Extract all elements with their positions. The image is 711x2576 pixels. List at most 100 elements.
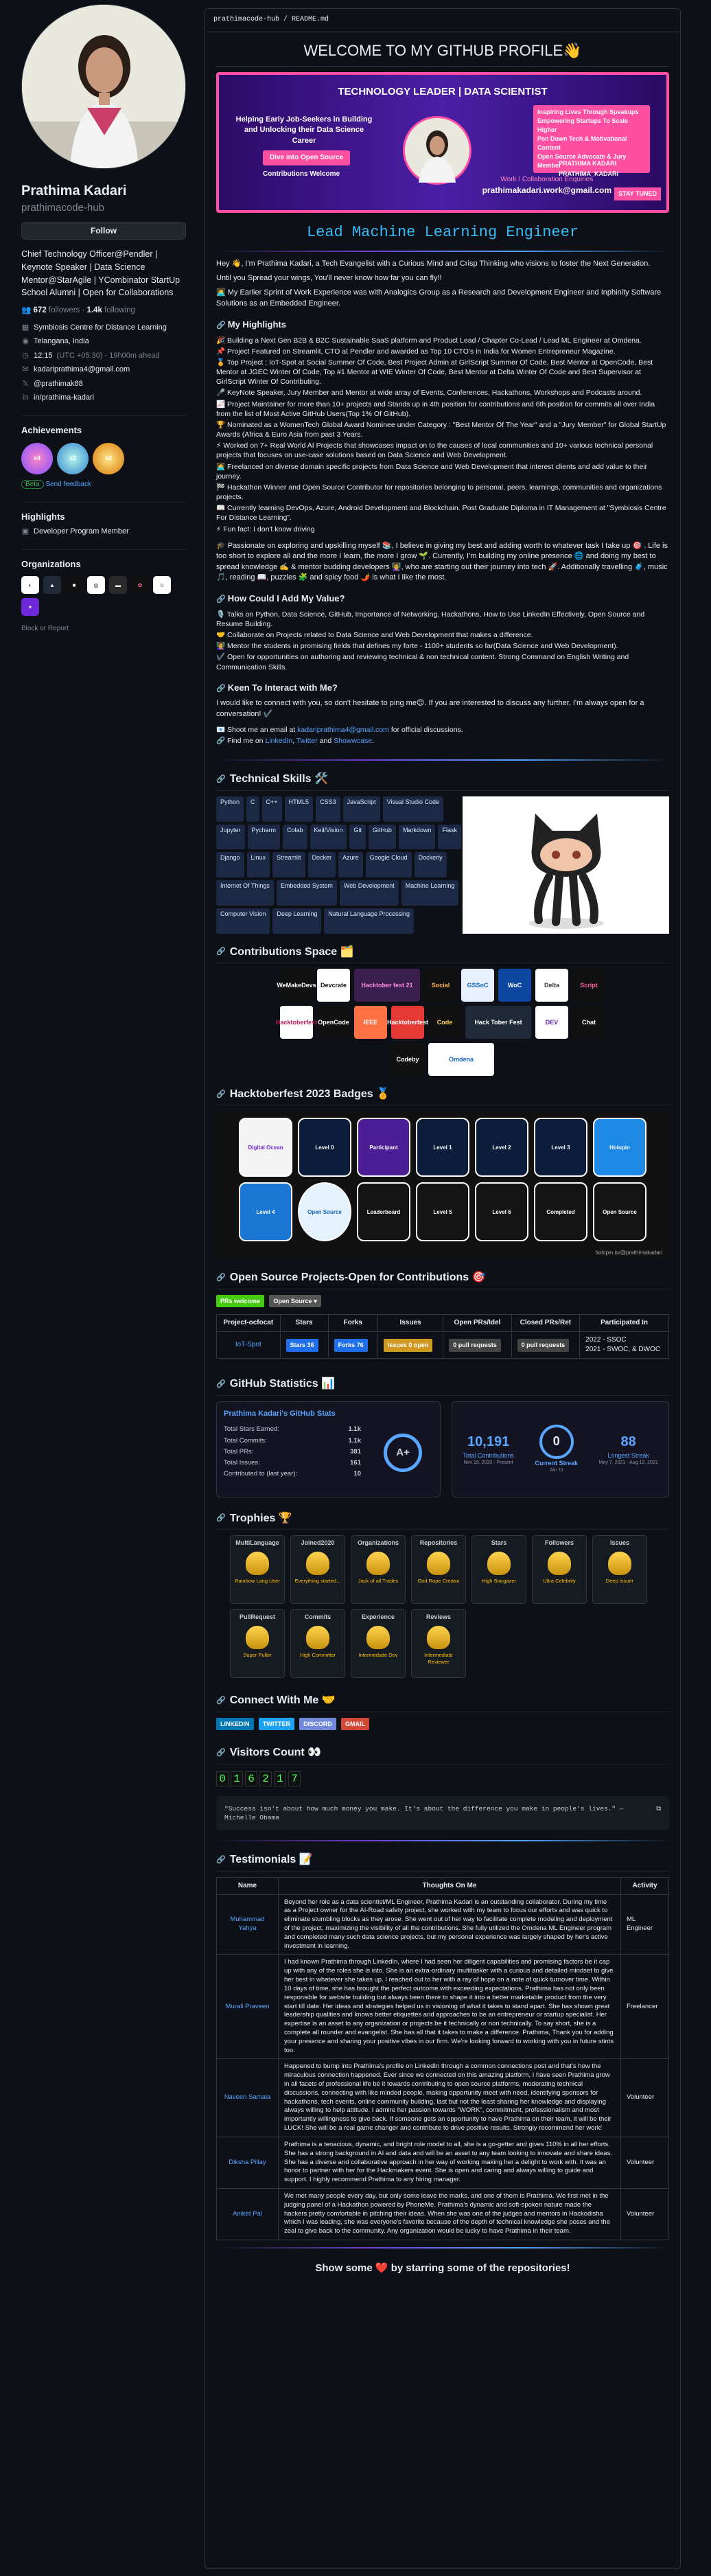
hacktoberfest-badge[interactable]: Level 2 — [475, 1118, 528, 1177]
org-avatar[interactable]: ■ — [65, 576, 83, 595]
readme-file-header[interactable]: prathimacode-hub / README.md — [205, 9, 680, 32]
hacktoberfest-badge[interactable]: Level 0 — [298, 1118, 351, 1177]
trophy-card[interactable]: Repositories God Rope Creator — [411, 1535, 466, 1605]
stars-badge[interactable]: Stars 36 — [285, 1339, 318, 1352]
hacktoberfest-badge[interactable]: Leaderboard — [357, 1182, 410, 1242]
hacktoberfest-badge[interactable]: Participant — [357, 1118, 410, 1177]
linkedin-button[interactable]: LINKEDIN — [216, 1717, 254, 1731]
contribution-logo[interactable]: Code — [428, 1006, 461, 1039]
copy-icon[interactable]: ⧉ — [656, 1804, 661, 1823]
gmail-button[interactable]: GMAIL — [341, 1717, 370, 1731]
anchor-link-icon[interactable]: 🔗 — [216, 774, 226, 785]
participated-line[interactable]: 2022 - SSOC — [585, 1335, 663, 1345]
contribution-logo[interactable]: WeMakeDevs — [277, 969, 316, 1002]
contribution-logo[interactable]: Hacktober fest 21 — [354, 969, 420, 1002]
testimonial-name[interactable]: Muhammad Yahya — [230, 1916, 264, 1932]
contribution-logo[interactable]: Hack Tober Fest — [465, 1006, 531, 1039]
hacktoberfest-badge[interactable]: Digital Ocean — [239, 1118, 292, 1177]
org-avatar[interactable]: ▬ — [109, 576, 127, 595]
followers-count[interactable]: 672 — [34, 306, 47, 314]
anchor-link-icon[interactable]: 🔗 — [216, 321, 228, 330]
hacktoberfest-badge[interactable]: Level 4 — [239, 1182, 292, 1242]
block-report-link[interactable]: Block or Report — [21, 624, 186, 634]
org-avatar[interactable]: ▲ — [43, 576, 61, 595]
following-count[interactable]: 1.4k — [87, 306, 102, 314]
contribution-logo[interactable]: Devcrate — [317, 969, 350, 1002]
contribution-logo[interactable]: DEV — [535, 1006, 568, 1039]
anchor-link-icon[interactable]: 🔗 — [216, 1513, 226, 1523]
trophy-card[interactable]: PullRequest Super Puller — [230, 1609, 285, 1679]
anchor-link-icon[interactable]: 🔗 — [216, 685, 228, 693]
contribution-logo[interactable]: IEEE — [354, 1006, 387, 1039]
org-avatar[interactable]: ◎ — [87, 576, 105, 595]
hacktoberfest-badge[interactable]: Open Source — [593, 1182, 646, 1242]
showwcase-link[interactable]: Showwcase — [334, 737, 372, 745]
trophy-card[interactable]: MultiLanguage Rainbow Lang User — [230, 1535, 285, 1605]
testimonial-name[interactable]: Naveen Samala — [224, 2093, 271, 2101]
forks-badge[interactable]: Forks 76 — [334, 1339, 368, 1352]
followers-label[interactable]: followers — [49, 306, 80, 314]
follow-button[interactable]: Follow — [21, 222, 186, 240]
org-avatar[interactable]: ☺ — [153, 576, 171, 595]
hacktoberfest-badge[interactable]: Open Source — [298, 1182, 351, 1242]
contribution-logo[interactable]: GSSoC — [461, 969, 494, 1002]
send-feedback-link[interactable]: Send feedback — [45, 481, 91, 488]
trophy-card[interactable]: Followers Ultra Celebrity — [532, 1535, 587, 1605]
open-prs-badge[interactable]: 0 pull requests — [449, 1339, 501, 1352]
following-label[interactable]: following — [104, 306, 135, 314]
contribution-logo[interactable]: Social — [424, 969, 457, 1002]
contribution-logo[interactable]: Codeby — [391, 1043, 424, 1077]
hacktoberfest-badge[interactable]: Level 6 — [475, 1182, 528, 1242]
achievement-badge[interactable]: x4 — [21, 442, 53, 474]
trophy-card[interactable]: Organizations Jack of all Trades — [351, 1535, 406, 1605]
org-avatar[interactable]: ◐ — [21, 576, 39, 595]
contribution-logo[interactable]: Omdena — [428, 1043, 494, 1077]
project-link[interactable]: IoT-Spot — [235, 1341, 261, 1348]
hacktoberfest-badge[interactable]: Completed — [534, 1182, 587, 1242]
contribution-logo[interactable]: WoC — [498, 969, 531, 1002]
trophy-card[interactable]: Commits High Committer — [290, 1609, 345, 1679]
twitter-link[interactable]: @prathimak88 — [34, 379, 83, 389]
closed-prs-badge[interactable]: 0 pull requests — [517, 1339, 570, 1352]
contribution-logo[interactable]: OpenCode — [317, 1006, 350, 1039]
anchor-link-icon[interactable]: 🔗 — [216, 1273, 226, 1283]
email-link[interactable]: kadariprathima4@gmail.com — [34, 365, 130, 375]
twitter-button[interactable]: TWITTER — [258, 1717, 294, 1731]
hacktoberfest-badge[interactable]: Holopin — [593, 1118, 646, 1177]
trophy-card[interactable]: Experience Intermediate Dev — [351, 1609, 406, 1679]
anchor-link-icon[interactable]: 🔗 — [216, 1748, 226, 1758]
contribution-logo[interactable]: Hacktoberfest — [276, 1006, 317, 1039]
avatar[interactable] — [21, 4, 186, 169]
email-link[interactable]: kadariprathima4@gmail.com — [297, 726, 389, 734]
achievement-badge[interactable]: x3 — [57, 442, 89, 474]
contribution-logo[interactable]: Chat — [572, 1006, 605, 1039]
issues-badge[interactable]: issues 0 open — [383, 1339, 433, 1352]
anchor-link-icon[interactable]: 🔗 — [216, 1090, 226, 1100]
anchor-link-icon[interactable]: 🔗 — [216, 1696, 226, 1706]
linkedin-link[interactable]: LinkedIn — [265, 737, 292, 745]
trophy-card[interactable]: Issues Deep Issuer — [592, 1535, 647, 1605]
trophy-card[interactable]: Joined2020 Everything started... — [290, 1535, 345, 1605]
twitter-link[interactable]: Twitter — [296, 737, 318, 745]
hacktoberfest-badge[interactable]: Level 5 — [416, 1182, 469, 1242]
org-avatar[interactable]: ✿ — [131, 576, 149, 595]
trophy-card[interactable]: Stars High Stargazer — [471, 1535, 526, 1605]
anchor-link-icon[interactable]: 🔗 — [216, 947, 226, 957]
participated-line[interactable]: 2021 - SWOC, & DWOC — [585, 1345, 663, 1355]
linkedin-link[interactable]: in/prathima-kadari — [34, 393, 94, 403]
contribution-logo[interactable]: Script — [572, 969, 605, 1002]
testimonial-name[interactable]: Diksha Pillay — [229, 2159, 266, 2166]
contribution-logo[interactable]: Delta — [535, 969, 568, 1002]
trophy-card[interactable]: Reviews Intermediate Reviewer — [411, 1609, 466, 1679]
achievement-badge[interactable]: x2 — [93, 442, 124, 474]
hacktoberfest-badge[interactable]: Level 3 — [534, 1118, 587, 1177]
holopin-note[interactable]: holopin.io/@prathimakadari — [595, 1249, 662, 1256]
testimonial-name[interactable]: Murali Praveen — [226, 2003, 270, 2010]
anchor-link-icon[interactable]: 🔗 — [216, 1855, 226, 1865]
testimonial-name[interactable]: Aniket Pal — [233, 2210, 262, 2218]
anchor-link-icon[interactable]: 🔗 — [216, 1379, 226, 1390]
hacktoberfest-badge[interactable]: Level 1 — [416, 1118, 469, 1177]
anchor-link-icon[interactable]: 🔗 — [216, 595, 228, 603]
contribution-logo[interactable]: Hacktoberfest — [387, 1006, 428, 1039]
discord-button[interactable]: DISCORD — [299, 1717, 336, 1731]
